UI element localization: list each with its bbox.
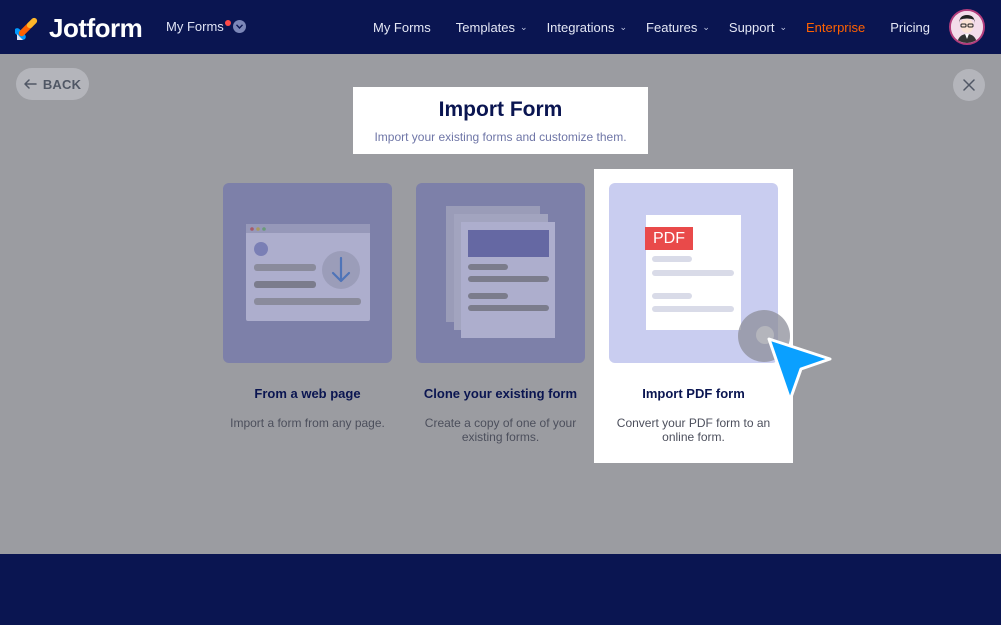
nav-integrations-label: Integrations <box>546 19 615 35</box>
mouse-cursor-icon <box>738 310 832 402</box>
nav-features-label: Features <box>646 19 698 35</box>
workspace-switch[interactable]: My Forms <box>166 19 246 34</box>
option-clone-form-title: Clone your existing form <box>423 386 578 401</box>
nav-my-forms[interactable]: My Forms <box>373 20 431 35</box>
nav-my-forms-label: My Forms <box>372 19 431 35</box>
avatar-icon <box>951 11 983 43</box>
chevron-down-icon: ⌄ <box>779 21 787 32</box>
modal-header: Import Form Import your existing forms a… <box>353 87 648 154</box>
main-nav: My Forms Templates ⌄ Integrations ⌄ Feat… <box>373 0 1001 54</box>
jotform-logo-icon <box>15 17 38 40</box>
nav-templates-label: Templates <box>455 19 516 35</box>
nav-enterprise-label: Enterprise <box>806 19 866 35</box>
nav-templates[interactable]: Templates ⌄ <box>456 20 528 35</box>
chevron-down-icon <box>232 20 246 33</box>
nav-features[interactable]: Features ⌄ <box>646 20 710 35</box>
modal-title: Import Form <box>438 98 563 121</box>
close-button[interactable] <box>953 69 985 101</box>
notification-dot <box>224 19 231 26</box>
option-clone-form-description: Create a copy of one of your existing fo… <box>424 416 577 444</box>
nav-pricing[interactable]: Pricing <box>890 20 930 35</box>
pdf-badge-label: PDF <box>653 230 685 247</box>
workspace-switch-label: My Forms <box>166 19 224 34</box>
footer-strip <box>0 554 1001 625</box>
chevron-down-icon: ⌄ <box>702 21 710 32</box>
jotform-logo[interactable]: Jotform <box>15 13 143 44</box>
avatar[interactable] <box>949 9 985 45</box>
option-web-page-title: From a web page <box>254 386 361 401</box>
nav-support[interactable]: Support ⌄ <box>729 20 787 35</box>
back-button[interactable]: BACK <box>16 68 89 100</box>
arrow-left-icon <box>24 79 37 89</box>
back-button-label: BACK <box>42 76 82 92</box>
clone-form-illustration <box>446 206 555 338</box>
option-clone-form-card[interactable] <box>416 183 585 363</box>
brand-name: Jotform <box>49 13 143 43</box>
nav-pricing-label: Pricing <box>890 19 930 35</box>
nav-enterprise[interactable]: Enterprise <box>806 20 865 35</box>
option-web-page-description: Import a form from any page. <box>230 416 385 430</box>
web-page-illustration <box>246 224 370 321</box>
nav-integrations[interactable]: Integrations ⌄ <box>547 20 627 35</box>
chevron-down-icon: ⌄ <box>520 21 528 32</box>
option-import-pdf-description: Convert your PDF form to an online form. <box>616 416 771 444</box>
nav-support-label: Support <box>728 19 775 35</box>
pdf-badge: PDF <box>645 227 693 250</box>
chevron-down-icon: ⌄ <box>619 21 628 32</box>
top-nav-bar: Jotform My Forms My Forms Templates ⌄ In… <box>0 0 1001 54</box>
option-web-page-card[interactable] <box>223 183 392 363</box>
modal-subtitle: Import your existing forms and customize… <box>374 130 627 144</box>
close-icon <box>963 79 975 91</box>
